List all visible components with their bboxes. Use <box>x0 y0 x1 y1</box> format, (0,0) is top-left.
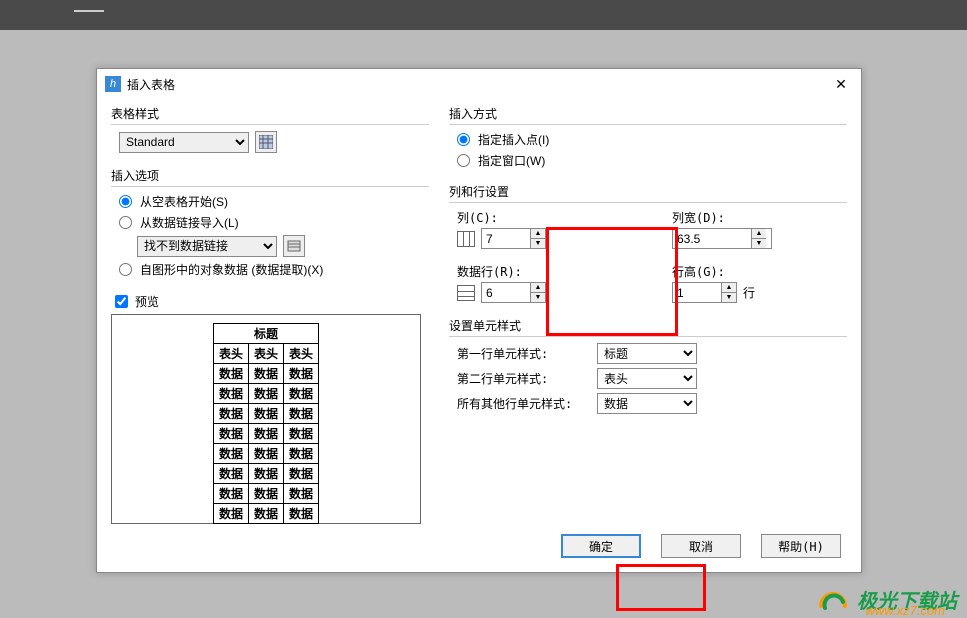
other-rows-style-label: 所有其他行单元样式: <box>457 395 587 412</box>
second-row-style-select[interactable]: 表头 <box>597 368 697 389</box>
opt-insert-window-label: 指定窗口(W) <box>478 152 545 169</box>
table-style-label: 表格样式 <box>111 105 429 122</box>
col-width-spinner[interactable]: ▲▼ <box>672 228 772 249</box>
ok-button[interactable]: 确定 <box>561 534 641 558</box>
opt-extract-radio[interactable]: 自图形中的对象数据 (数据提取)(X) <box>119 261 429 278</box>
col-row-label: 列和行设置 <box>449 183 847 200</box>
cell-style-label: 设置单元样式 <box>449 317 847 334</box>
col-width-input[interactable] <box>673 229 751 248</box>
app-icon: h <box>105 76 121 92</box>
insert-options-label: 插入选项 <box>111 167 429 184</box>
rows-input[interactable] <box>482 283 530 302</box>
data-link-select[interactable]: 找不到数据链接 <box>137 236 277 257</box>
columns-label: 列(C): <box>457 209 632 226</box>
preview-checkbox[interactable]: 预览 <box>111 292 429 311</box>
preview-label: 预览 <box>135 293 159 310</box>
row-height-label: 行高(G): <box>672 263 847 280</box>
opt-insert-point-radio[interactable]: 指定插入点(I) <box>457 131 847 148</box>
row-height-input[interactable] <box>673 283 721 302</box>
columns-up[interactable]: ▲ <box>531 229 545 239</box>
watermark: 极光下载站 www.xz7.com <box>815 585 957 614</box>
close-icon[interactable]: ✕ <box>829 76 853 93</box>
opt-blank-label: 从空表格开始(S) <box>140 193 228 210</box>
first-row-style-select[interactable]: 标题 <box>597 343 697 364</box>
col-width-up[interactable]: ▲ <box>752 229 766 239</box>
rows-icon <box>457 285 475 301</box>
titlebar: h 插入表格 ✕ <box>97 69 861 99</box>
other-rows-style-select[interactable]: 数据 <box>597 393 697 414</box>
opt-link-label: 从数据链接导入(L) <box>140 214 239 231</box>
rows-down[interactable]: ▼ <box>531 293 545 302</box>
row-height-down[interactable]: ▼ <box>722 293 736 302</box>
opt-insert-point-label: 指定插入点(I) <box>478 131 549 148</box>
dialog-buttons: 确定 取消 帮助(H) <box>561 534 841 558</box>
columns-input[interactable] <box>482 229 530 248</box>
data-link-browse-icon[interactable] <box>283 235 305 257</box>
insert-method-label: 插入方式 <box>449 105 847 122</box>
dialog-title: 插入表格 <box>127 76 829 93</box>
columns-down[interactable]: ▼ <box>531 239 545 248</box>
first-row-style-label: 第一行单元样式: <box>457 345 587 362</box>
columns-icon <box>457 231 475 247</box>
row-height-up[interactable]: ▲ <box>722 283 736 293</box>
preview-box: 标题 表头 表头 表头 数据数据数据 数据数据数据 数据数据数据 数据数据数据 … <box>111 314 421 524</box>
columns-spinner[interactable]: ▲▼ <box>481 228 546 249</box>
opt-link-radio[interactable]: 从数据链接导入(L) <box>119 214 429 231</box>
table-style-select[interactable]: Standard <box>119 132 249 153</box>
insert-table-dialog: h 插入表格 ✕ 表格样式 Standard 插入选项 <box>96 68 862 573</box>
second-row-style-label: 第二行单元样式: <box>457 370 587 387</box>
cancel-button[interactable]: 取消 <box>661 534 741 558</box>
row-height-spinner[interactable]: ▲▼ <box>672 282 737 303</box>
opt-blank-radio[interactable]: 从空表格开始(S) <box>119 193 429 210</box>
preview-table: 标题 表头 表头 表头 数据数据数据 数据数据数据 数据数据数据 数据数据数据 … <box>213 323 319 524</box>
col-width-label: 列宽(D): <box>672 209 847 226</box>
table-style-launch-icon[interactable] <box>255 131 277 153</box>
opt-extract-label: 自图形中的对象数据 (数据提取)(X) <box>140 261 323 278</box>
opt-insert-window-radio[interactable]: 指定窗口(W) <box>457 152 847 169</box>
watermark-url: www.xz7.com <box>866 603 945 618</box>
col-width-down[interactable]: ▼ <box>752 239 766 248</box>
rows-spinner[interactable]: ▲▼ <box>481 282 546 303</box>
row-height-unit: 行 <box>743 284 755 301</box>
watermark-logo-icon <box>815 586 851 614</box>
help-button[interactable]: 帮助(H) <box>761 534 841 558</box>
rows-up[interactable]: ▲ <box>531 283 545 293</box>
rows-label: 数据行(R): <box>457 263 632 280</box>
